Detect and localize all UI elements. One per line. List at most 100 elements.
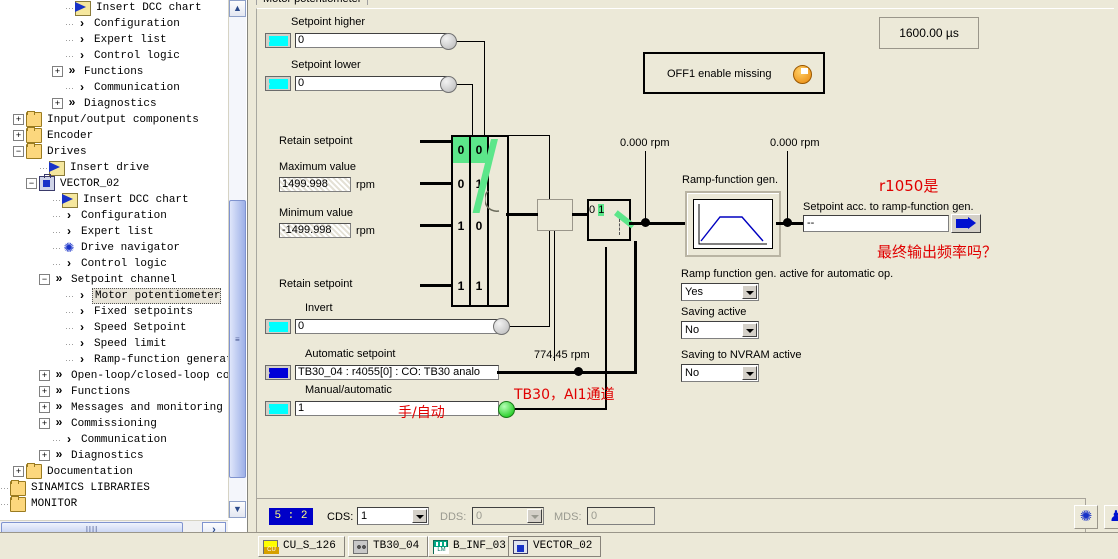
device-tab-vector[interactable]: VECTOR_02 [508, 536, 602, 557]
setpoint-higher-bico[interactable]: 0 [265, 33, 447, 48]
tree-expander[interactable]: + [39, 449, 50, 461]
manual-automatic-bico[interactable]: 1 [265, 401, 499, 416]
tree-item[interactable]: −» Setpoint channel [0, 272, 228, 288]
wire-sel-out [506, 213, 538, 216]
tree-item[interactable]: ⋯ › Communication [0, 432, 228, 448]
tree-expander[interactable]: − [39, 273, 50, 285]
device-tab-cu[interactable]: CU_S_126 [258, 536, 345, 557]
tree-item[interactable]: ⋯ › Configuration [0, 16, 228, 32]
setpoint-lower-bico[interactable]: 0 [265, 76, 447, 91]
tree-item[interactable]: + » Functions [0, 384, 228, 400]
device-tab-tb30[interactable]: TB30_04 [348, 536, 429, 557]
bico-binary-icon[interactable] [265, 33, 291, 48]
automatic-setpoint-bico[interactable]: TB30_04 : r4055[0] : CO: TB30 analo [265, 365, 499, 380]
tree-expander[interactable]: + [39, 369, 50, 381]
manual-automatic-input[interactable]: 1 [295, 401, 499, 416]
gear-icon[interactable]: ✺ [1074, 505, 1098, 529]
tree-item[interactable]: + Encoder [0, 127, 228, 144]
scroll-track[interactable]: ≡ [229, 17, 246, 501]
tab-motor-potentiometer[interactable]: Motor potentiometer [256, 0, 369, 5]
tree-item[interactable]: ⋯ Insert DCC chart [0, 192, 228, 208]
tree-item[interactable]: + » Diagnostics [0, 448, 228, 464]
setpoint-acc-go-button[interactable] [951, 214, 981, 233]
tree-expander[interactable]: + [39, 401, 50, 413]
scroll-down-button[interactable]: ▼ [229, 501, 246, 518]
tree-expander[interactable]: + [13, 466, 24, 477]
invert-node [493, 318, 510, 335]
tree-item[interactable]: ⋯ › Communication [0, 80, 228, 96]
chevron-icon: › [78, 32, 86, 47]
chevron-down-icon[interactable] [742, 323, 757, 337]
maximum-value-field[interactable]: 1499.998 [279, 177, 351, 192]
tree-item[interactable]: ⋯ SINAMICS LIBRARIES [0, 479, 228, 496]
person-icon[interactable]: ♟ [1104, 505, 1118, 529]
sel2-cell: 0 [589, 204, 596, 216]
mds-value: 0 [591, 510, 598, 522]
bico-binary-icon[interactable] [265, 401, 291, 416]
bico-binary-icon[interactable] [265, 319, 291, 334]
tree-item[interactable]: ⋯ › Expert list [0, 224, 228, 240]
tree-item[interactable]: + » Open-loop/closed-loop cont [0, 368, 228, 384]
tree-item[interactable]: ⋯ › Expert list [0, 32, 228, 48]
tree-item[interactable]: + » Commissioning [0, 416, 228, 432]
manual-automatic-led-icon [498, 401, 515, 418]
setpoint-lower-input[interactable]: 0 [295, 76, 447, 91]
tree-expander[interactable]: + [13, 130, 24, 141]
tree-item[interactable]: + » Functions [0, 64, 228, 80]
tree-item[interactable]: − Drives [0, 143, 228, 160]
bico-connector-icon[interactable] [265, 365, 291, 380]
tree-item[interactable]: ⋯ › Control logic [0, 256, 228, 272]
tree-expander[interactable]: + [39, 417, 50, 429]
scroll-up-button[interactable]: ▲ [229, 0, 246, 17]
tree-expander[interactable]: − [13, 146, 24, 157]
tree-item[interactable]: ⋯ MONITOR [0, 495, 228, 512]
selector-arc-icon [485, 190, 500, 212]
scroll-thumb[interactable]: ≡ [229, 200, 246, 478]
saving-nvram-combo[interactable]: No [681, 364, 759, 382]
tree-item-label: Commissioning [71, 418, 157, 430]
tree-item[interactable]: ⋯ › Speed limit [0, 336, 228, 352]
bico-binary-icon[interactable] [265, 76, 291, 91]
tree-expander[interactable]: + [52, 65, 63, 77]
tree-item[interactable]: + » Messages and monitoring [0, 400, 228, 416]
tree-item-label: Expert list [81, 226, 154, 238]
setpoint-acc-field[interactable]: -- [803, 215, 949, 232]
tree-item[interactable]: + Input/output components [0, 111, 228, 128]
tree-vertical-scrollbar[interactable]: ▲ ≡ ▼ [228, 0, 246, 518]
tree-expander[interactable]: − [26, 178, 37, 189]
tree-item[interactable]: ⋯ › Fixed setpoints [0, 304, 228, 320]
setpoint-higher-input[interactable]: 0 [295, 33, 447, 48]
truth-cell: 1 [457, 279, 465, 293]
ramp-active-auto-combo[interactable]: Yes [681, 283, 759, 301]
tree-expander[interactable]: + [13, 114, 24, 125]
device-tab-binf[interactable]: B_INF_03 [428, 536, 515, 557]
diagram-sheet: 1600.00 µs OFF1 enable missing Setpoint … [256, 8, 1114, 498]
tree-item[interactable]: − VECTOR_02 [0, 174, 228, 192]
tree-item[interactable]: ⋯ ✺ Drive navigator [0, 240, 228, 256]
tree-item[interactable]: ⋯ › Motor potentiometer [0, 288, 228, 304]
chevron-down-icon[interactable] [742, 285, 757, 299]
tree-expander[interactable]: + [39, 385, 50, 397]
tree-item[interactable]: + Documentation [0, 463, 228, 480]
saving-active-combo[interactable]: No [681, 321, 759, 339]
project-tree-list[interactable]: ⋯ Insert DCC chart ⋯ › Configuration ⋯ › Expert… [0, 0, 228, 518]
device-tab-label: B_INF_03 [453, 540, 506, 552]
ramp-function-gen-box[interactable] [685, 191, 781, 257]
chevron-down-icon[interactable] [742, 366, 757, 380]
tree-item[interactable]: + » Diagnostics [0, 96, 228, 112]
sel2-col: 0 1 [589, 201, 611, 220]
automatic-setpoint-label: Automatic setpoint [305, 348, 396, 360]
invert-bico[interactable]: 0 [265, 319, 499, 334]
tree-item[interactable]: ⋯ › Ramp-function generator [0, 352, 228, 368]
tree-item[interactable]: ⋯ › Control logic [0, 48, 228, 64]
invert-input[interactable]: 0 [295, 319, 499, 334]
automatic-setpoint-input[interactable]: TB30_04 : r4055[0] : CO: TB30 analo [295, 365, 499, 380]
tree-expander[interactable]: + [52, 97, 63, 109]
tree-item[interactable]: ⋯ › Configuration [0, 208, 228, 224]
tree-item[interactable]: ⋯ Insert drive [0, 160, 228, 176]
cds-combo[interactable]: 1 [357, 507, 429, 525]
chevron-down-icon[interactable] [412, 509, 427, 523]
tree-item[interactable]: ⋯ › Speed Setpoint [0, 320, 228, 336]
minimum-value-field[interactable]: -1499.998 [279, 223, 351, 238]
tree-item[interactable]: ⋯ Insert DCC chart [0, 0, 228, 16]
